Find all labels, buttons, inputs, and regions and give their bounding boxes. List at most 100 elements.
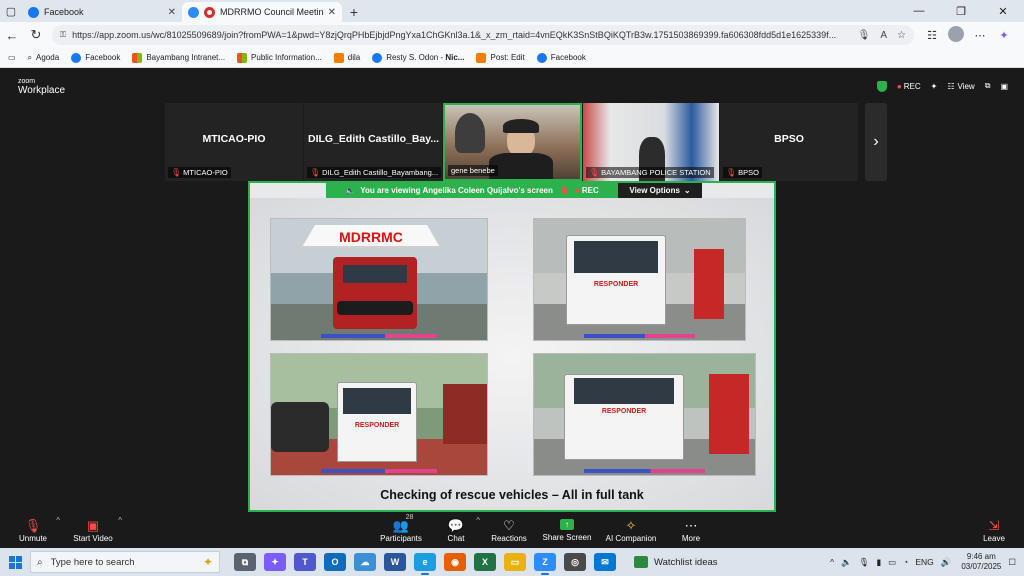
recording-icon [204, 6, 215, 18]
search-placeholder: Type here to search [50, 556, 135, 568]
participant-video-tile[interactable]: 🎙 BAYAMBANG POLICE STATION [583, 103, 719, 181]
chevron-up-icon[interactable]: ^ [118, 516, 122, 525]
close-icon[interactable]: ✕ [328, 7, 336, 18]
participant-video-tile[interactable]: gene benebe [443, 103, 582, 181]
start-video-button[interactable]: ▣ Start Video ^ [70, 512, 122, 548]
outlook-icon[interactable]: O [324, 553, 346, 571]
participant-tile[interactable]: DILG_Edith Castillo_Bay... 🎙 DILG_Edith C… [304, 103, 442, 181]
photo-caption-bar [584, 334, 695, 338]
microphone-icon[interactable]: 🎙 [858, 30, 871, 41]
close-icon[interactable]: ✕ [168, 7, 176, 18]
participant-tile[interactable]: BPSO 🎙 BPSO [720, 103, 858, 181]
battery-icon[interactable]: ▭ [888, 557, 896, 568]
language-indicator[interactable]: ENG [915, 557, 933, 567]
participants-button[interactable]: 👥 28 Participants [378, 512, 424, 548]
participant-label-text: BAYAMBANG POLICE STATION [601, 168, 711, 177]
bookmark-facebook-2[interactable]: Facebook [536, 52, 586, 63]
tab-zoom-meeting[interactable]: MDRRMO Council Meeting | ✕ [182, 2, 342, 22]
participant-label: 🎙 BPSO [723, 167, 762, 178]
edge-icon[interactable]: e [414, 553, 436, 575]
collections-icon[interactable]: ☷ [920, 29, 944, 42]
start-button[interactable] [0, 555, 30, 569]
view-button[interactable]: ☷ View [947, 82, 974, 91]
bookmark-resty-odon[interactable]: Resty S. Odon - Nic... [372, 52, 465, 63]
ai-companion-button[interactable]: ✧ AI Companion [604, 512, 658, 548]
chevron-up-icon[interactable]: ^ [476, 516, 480, 525]
participant-tile[interactable]: MTICAO-PIO 🎙 MTICAO-PIO [165, 103, 303, 181]
watchlist-widget[interactable]: Watchlist ideas [634, 556, 718, 568]
speaker-icon[interactable]: 🔈 [841, 557, 852, 568]
bookmark-agoda[interactable]: ⌕ Agoda [28, 53, 60, 63]
reload-icon[interactable]: ↻ [24, 27, 48, 43]
profile-avatar[interactable] [944, 25, 968, 45]
read-aloud-icon[interactable]: A [880, 30, 887, 41]
bookmark-label: Agoda [36, 53, 60, 62]
bookmark-post-edit[interactable]: Post: Edit [476, 52, 525, 63]
new-tab-button[interactable]: + [342, 2, 366, 22]
excel-icon[interactable]: X [474, 553, 496, 571]
copilot-icon[interactable]: ✦ [264, 553, 286, 571]
bookmark-bayambang-intranet[interactable]: Bayambang Intranet... [132, 52, 225, 63]
speaker-body [489, 153, 553, 179]
mic-muted-icon: 🎙 [310, 168, 321, 177]
zoom-logo: zoom Workplace [18, 77, 65, 96]
photo-caption-bar [584, 469, 705, 473]
notifications-icon[interactable]: ☐ [1008, 557, 1016, 568]
bookmark-public-information[interactable]: Public Information... [237, 52, 322, 63]
shared-screen: MDRRMC RESPONDER RESPONDER RESPONDER Che… [248, 181, 776, 512]
more-menu-icon[interactable]: ⋯ [968, 29, 992, 42]
picture-in-picture-icon[interactable]: ⧉ [985, 81, 991, 91]
next-page-arrow-icon[interactable]: › [865, 103, 887, 181]
start-video-label: Start Video [73, 533, 113, 543]
reactions-button[interactable]: ♡ Reactions [490, 512, 528, 548]
network-icon[interactable]: ▮ [876, 557, 881, 568]
back-icon[interactable]: ← [0, 28, 24, 43]
mail-icon[interactable]: ✉ [594, 553, 616, 571]
tab-facebook[interactable]: Facebook ✕ [22, 2, 182, 22]
bookmark-facebook[interactable]: Facebook [71, 52, 120, 63]
truck-windshield [343, 388, 411, 414]
firefox-icon[interactable]: ◉ [444, 553, 466, 571]
chevron-up-icon[interactable]: ^ [56, 516, 60, 525]
zoom-toolbar: 🎙 Unmute ^ ▣ Start Video ^ 👥 28 Particip… [0, 512, 1024, 548]
volume-icon[interactable]: 🔊 [941, 557, 952, 568]
mic-muted-icon: 🎙 [726, 168, 737, 177]
fullscreen-icon[interactable]: ▣ [1000, 82, 1008, 91]
unmute-button[interactable]: 🎙 Unmute ^ [16, 512, 60, 548]
share-screen-button[interactable]: ↑ Share Screen [542, 512, 592, 548]
sparkle-icon[interactable]: ✦ [931, 82, 938, 91]
copilot-icon[interactable]: ✦ [992, 29, 1016, 42]
chat-button[interactable]: 💬 Chat ^ [444, 512, 480, 548]
leave-button[interactable]: ⇲ Leave [982, 512, 1006, 548]
close-window-icon[interactable]: ✕ [982, 0, 1024, 22]
favorite-star-icon[interactable]: ☆ [897, 30, 906, 41]
responder-label: RESPONDER [601, 408, 647, 415]
task-view-icon[interactable]: ⧉ [234, 553, 256, 571]
zoom-top-bar: zoom Workplace ● REC ✦ ☷ View ⧉ ▣ [0, 69, 1024, 103]
more-button[interactable]: ⋯ More [678, 512, 704, 548]
view-options-button[interactable]: View Options ⌄ [618, 183, 702, 198]
recording-label[interactable]: REC [904, 82, 921, 91]
chevron-up-icon[interactable]: ^ [830, 557, 834, 567]
wifi-icon[interactable]: ◔ [903, 557, 908, 567]
maximize-icon[interactable]: ❐ [940, 0, 982, 22]
bookmark-label-bold: Nic... [445, 53, 465, 62]
url-field[interactable]: ⚿ https://app.zoom.us/wc/81025509689/joi… [52, 25, 914, 45]
taskbar-search[interactable]: ⌕ Type here to search ✦ [30, 551, 220, 573]
responder-label: RESPONDER [593, 281, 639, 288]
file-explorer-icon[interactable]: ▭ [504, 553, 526, 571]
minimize-icon[interactable]: — [898, 0, 940, 22]
camera-icon[interactable]: ◎ [564, 553, 586, 571]
cloud-icon[interactable]: ☁ [354, 553, 376, 571]
word-icon[interactable]: W [384, 553, 406, 571]
encryption-shield-icon[interactable] [876, 80, 887, 92]
microphone-icon[interactable]: 🎙 [859, 557, 870, 568]
zoom-icon[interactable]: Z [534, 553, 556, 575]
windows-taskbar: ⌕ Type here to search ✦ ⧉ ✦ T O ☁ W e ◉ … [0, 548, 1024, 576]
bookmark-sidebar-icon[interactable]: ▭ [8, 53, 16, 62]
site-info-icon[interactable]: ⚿ [60, 30, 66, 40]
teams-icon[interactable]: T [294, 553, 316, 571]
window-menu-icon[interactable]: ▢ [0, 0, 22, 22]
taskbar-clock[interactable]: 9:46 am 03/07/2025 [961, 552, 1001, 572]
bookmark-dila[interactable]: dila [333, 52, 360, 63]
